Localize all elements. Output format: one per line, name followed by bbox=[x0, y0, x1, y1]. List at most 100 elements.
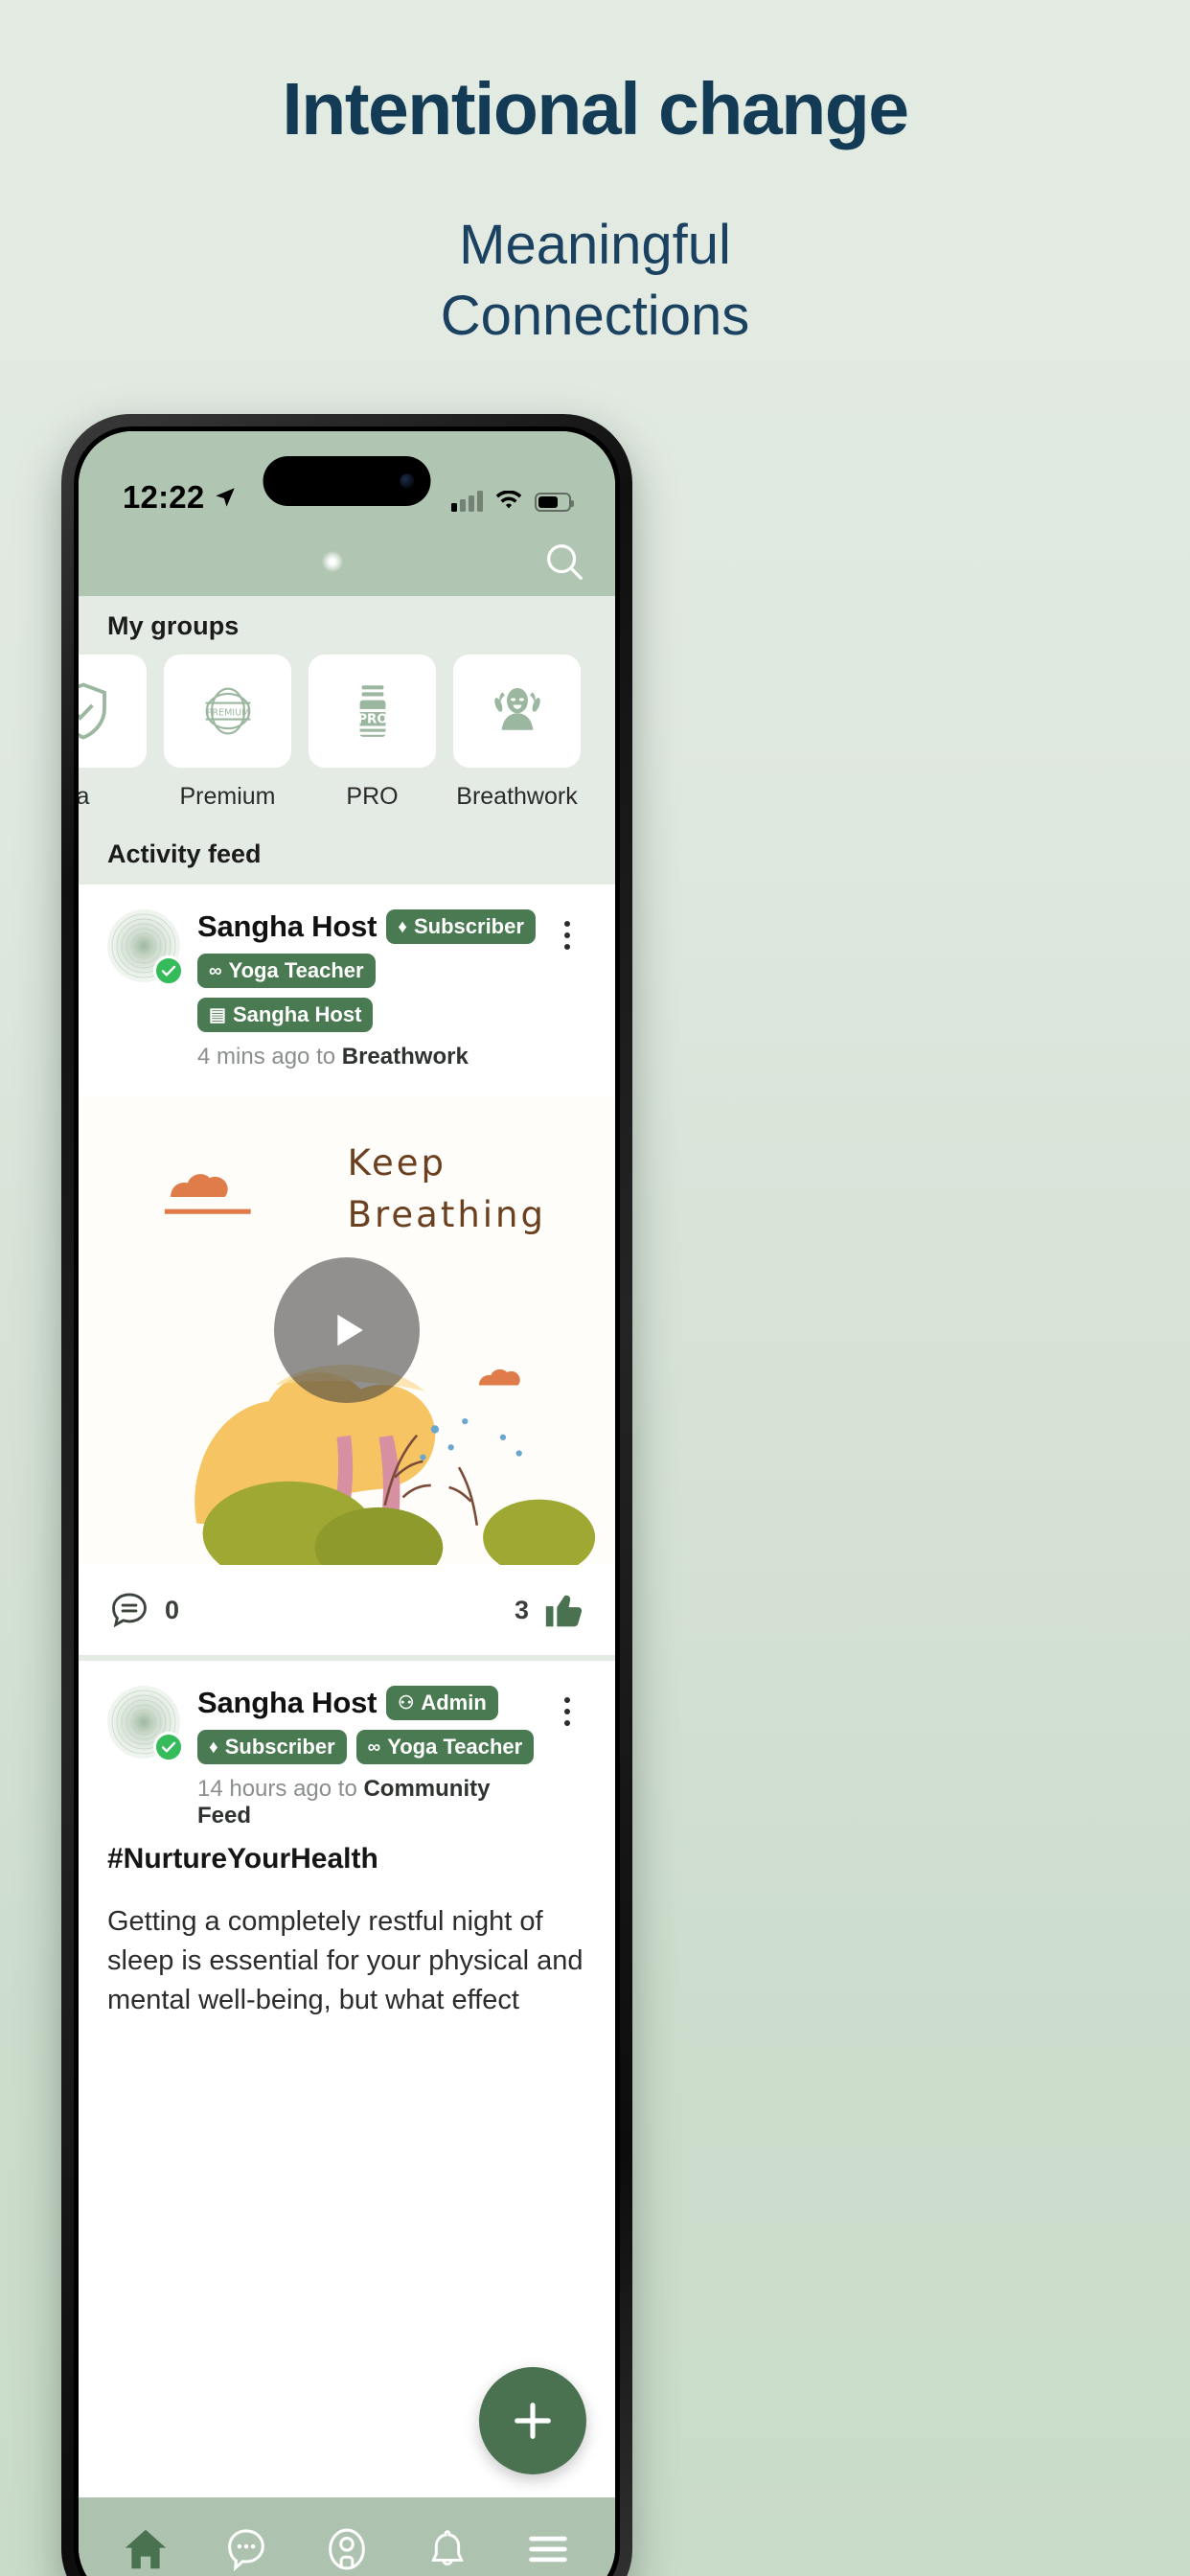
kebab-menu-icon[interactable] bbox=[548, 909, 586, 950]
post-time: 4 mins ago to bbox=[197, 1044, 342, 1070]
post-action-bar: 0 3 bbox=[107, 1565, 586, 1655]
my-groups-label: My groups bbox=[107, 611, 240, 640]
play-icon[interactable] bbox=[274, 1257, 420, 1403]
like-count: 3 bbox=[514, 1595, 529, 1624]
battery-icon bbox=[535, 493, 574, 512]
diamond-icon: ♦ bbox=[398, 916, 407, 937]
dynamic-island bbox=[263, 456, 431, 506]
bottom-tab-bar[interactable] bbox=[79, 2497, 615, 2576]
screenshot-root: Intentional change Meaningful Connection… bbox=[0, 0, 1190, 2576]
wifi-icon bbox=[495, 491, 522, 509]
group-card-sangha[interactable]: a bbox=[79, 655, 147, 811]
group-tile[interactable] bbox=[453, 655, 581, 768]
cellular-bars-icon bbox=[451, 491, 483, 512]
svg-text:PREMIUM: PREMIUM bbox=[206, 707, 249, 718]
infinity-icon: ∞ bbox=[367, 1736, 381, 1758]
group-tile[interactable]: PRO bbox=[309, 655, 436, 768]
status-bar: 12:22 bbox=[79, 431, 615, 527]
post-author-name[interactable]: Sangha Host bbox=[197, 909, 377, 944]
promo-subtitle-line-1: Meaningful bbox=[459, 213, 731, 276]
status-time: 12:22 bbox=[123, 479, 205, 515]
activity-feed-label: Activity feed bbox=[79, 818, 615, 885]
group-card-pro[interactable]: PRO PRO bbox=[309, 655, 436, 811]
phone-device: 12:22 My groups a PREMIUM Premium PRO PR… bbox=[61, 414, 632, 2576]
search-icon[interactable] bbox=[542, 540, 586, 584]
group-tile[interactable]: PREMIUM bbox=[164, 655, 291, 768]
badge-label: Subscriber bbox=[224, 1735, 335, 1759]
comment-bubble-icon[interactable] bbox=[107, 1588, 151, 1632]
post-timestamp: 4 mins ago to Breathwork bbox=[197, 1044, 548, 1070]
verified-check-icon bbox=[153, 955, 184, 986]
chat-bubble-icon bbox=[228, 2529, 265, 2572]
badge-sangha-host: ▤ Sangha Host bbox=[197, 998, 374, 1032]
feed-post[interactable]: Sangha Host ⚇ Admin ♦ Subscriber ∞ Yoga … bbox=[79, 1661, 615, 2027]
post-header: Sangha Host ⚇ Admin ♦ Subscriber ∞ Yoga … bbox=[107, 1686, 586, 1829]
tab-profile[interactable] bbox=[301, 2503, 393, 2576]
group-name: Premium bbox=[179, 783, 276, 810]
shield-badge-icon bbox=[79, 682, 106, 740]
feed-post[interactable]: Sangha Host ♦ Subscriber ∞ Yoga Teacher bbox=[79, 885, 615, 1655]
media-overlay-line-2: Breathing bbox=[347, 1193, 546, 1235]
badge-label: Sangha Host bbox=[232, 1002, 362, 1026]
group-card-breathwork[interactable]: Breathwork bbox=[453, 655, 581, 811]
badge-label: Yoga Teacher bbox=[228, 958, 364, 982]
post-meta: Sangha Host ⚇ Admin ♦ Subscriber ∞ Yoga … bbox=[197, 1686, 548, 1829]
promo-subtitle: Meaningful Connections bbox=[0, 210, 1190, 352]
group-name: Breathwork bbox=[456, 783, 578, 810]
premium-seal-icon: PREMIUM bbox=[205, 687, 250, 735]
group-card-premium[interactable]: PREMIUM Premium bbox=[164, 655, 291, 811]
post-group-name[interactable]: Breathwork bbox=[342, 1044, 469, 1070]
verified-check-icon bbox=[153, 1732, 184, 1762]
like-action[interactable]: 3 bbox=[515, 1588, 586, 1632]
pro-bottle-icon: PRO bbox=[357, 685, 387, 737]
badge-label: Subscriber bbox=[413, 914, 524, 938]
tab-notifications[interactable] bbox=[401, 2503, 493, 2576]
my-groups-row[interactable]: a PREMIUM Premium PRO PRO Breathwork bbox=[79, 655, 615, 811]
comment-count: 0 bbox=[165, 1595, 180, 1624]
post-author-line: Sangha Host ♦ Subscriber ∞ Yoga Teacher bbox=[197, 909, 548, 1032]
person-circle-icon bbox=[329, 2528, 365, 2570]
avatar[interactable] bbox=[107, 909, 184, 986]
thumbs-up-icon[interactable] bbox=[542, 1588, 586, 1632]
badge-yoga-teacher: ∞ Yoga Teacher bbox=[355, 1730, 535, 1764]
post-body: #NurtureYourHealth Getting a completely … bbox=[107, 1829, 586, 2027]
hamburger-menu-icon bbox=[528, 2536, 567, 2563]
infinity-icon: ∞ bbox=[209, 960, 222, 981]
badge-subscriber: ♦ Subscriber bbox=[197, 1730, 347, 1764]
post-author-line: Sangha Host ⚇ Admin ♦ Subscriber ∞ Yoga … bbox=[197, 1686, 548, 1764]
post-text: Getting a completely restful night of sl… bbox=[107, 1906, 584, 2016]
status-indicators bbox=[451, 491, 574, 516]
activity-feed: Sangha Host ♦ Subscriber ∞ Yoga Teacher bbox=[79, 885, 615, 2027]
comment-action[interactable]: 0 bbox=[107, 1588, 179, 1632]
post-time: 14 hours ago to bbox=[197, 1776, 364, 1802]
group-tile[interactable] bbox=[79, 655, 147, 768]
card-icon: ▤ bbox=[209, 1004, 226, 1025]
media-overlay-line-1: Keep bbox=[347, 1142, 447, 1184]
badge-subscriber: ♦ Subscriber bbox=[386, 909, 536, 944]
kebab-menu-icon[interactable] bbox=[548, 1686, 586, 1726]
app-top-bar bbox=[79, 527, 615, 596]
bell-icon bbox=[430, 2530, 464, 2566]
group-name: a bbox=[79, 783, 90, 810]
badge-label: Yoga Teacher bbox=[387, 1735, 523, 1759]
create-post-fab[interactable] bbox=[479, 2367, 586, 2474]
post-video-thumbnail[interactable]: Keep Breathing bbox=[79, 1095, 615, 1565]
status-time-group: 12:22 bbox=[123, 479, 238, 516]
post-meta: Sangha Host ♦ Subscriber ∞ Yoga Teacher bbox=[197, 909, 548, 1070]
breathwork-figure-icon bbox=[493, 687, 540, 730]
post-timestamp: 14 hours ago to Community Feed bbox=[197, 1776, 548, 1829]
post-header: Sangha Host ♦ Subscriber ∞ Yoga Teacher bbox=[107, 909, 586, 1070]
phone-bezel: 12:22 My groups a PREMIUM Premium PRO PR… bbox=[74, 426, 620, 2576]
tab-home[interactable] bbox=[100, 2503, 192, 2576]
avatar[interactable] bbox=[107, 1686, 184, 1762]
promo-title: Intentional change bbox=[282, 68, 909, 150]
my-groups-section: My groups a PREMIUM Premium PRO PRO Brea… bbox=[79, 596, 615, 818]
promo-header: Intentional change Meaningful Connection… bbox=[0, 0, 1190, 352]
phone-screen: 12:22 My groups a PREMIUM Premium PRO PR… bbox=[79, 431, 615, 2576]
tab-messages[interactable] bbox=[200, 2503, 292, 2576]
tab-menu[interactable] bbox=[502, 2503, 594, 2576]
post-author-name[interactable]: Sangha Host bbox=[197, 1686, 377, 1720]
people-icon: ⚇ bbox=[398, 1692, 415, 1714]
post-hashtag[interactable]: #NurtureYourHealth bbox=[107, 1843, 586, 1875]
spark-logo-icon bbox=[322, 551, 343, 572]
